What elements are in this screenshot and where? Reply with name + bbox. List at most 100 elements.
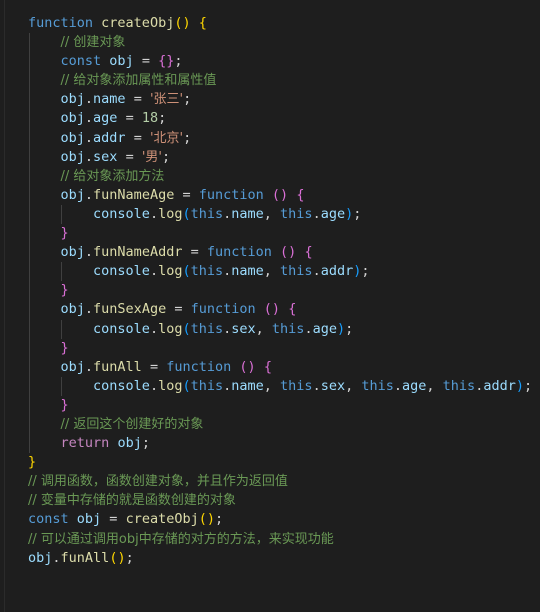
code-token: funNameAddr — [93, 244, 183, 261]
code-token: ; — [361, 263, 370, 280]
code-token: funNameAge — [93, 186, 175, 203]
code-line[interactable]: console.log(this.sex, this.age); — [28, 320, 540, 339]
code-token: { — [263, 358, 272, 375]
code-token: ; — [141, 435, 150, 452]
code-token: name — [231, 377, 264, 394]
code-line[interactable]: console.log(this.name, this.sex, this.ag… — [28, 377, 540, 396]
code-token: . — [312, 263, 321, 280]
code-token: . — [84, 129, 94, 146]
code-line[interactable]: } — [28, 281, 540, 300]
code-content[interactable]: function createObj() { // 创建对象 const obj… — [0, 0, 540, 612]
code-token: ( — [239, 358, 248, 375]
code-token: { — [296, 186, 305, 203]
code-line[interactable]: // 变量中存储的就是函数创建的对象 — [28, 491, 540, 510]
code-line[interactable]: // 创建对象 — [28, 33, 540, 52]
code-line[interactable]: } — [28, 339, 540, 358]
code-line[interactable]: // 调用函数，函数创建对象，并且作为返回值 — [28, 472, 540, 491]
code-token: } — [60, 282, 69, 299]
code-token: . — [52, 549, 61, 566]
code-token: } — [28, 454, 37, 471]
code-token: } — [60, 396, 69, 413]
code-token: . — [312, 205, 321, 222]
code-token: age — [320, 205, 346, 222]
code-token: this — [271, 320, 305, 337]
code-token: ; — [183, 129, 192, 146]
code-token: createObj — [101, 15, 175, 31]
code-line[interactable]: const obj = createObj(); — [28, 510, 540, 529]
code-token: ( — [271, 186, 281, 203]
indent-guide — [60, 376, 62, 396]
code-token: console — [93, 263, 150, 280]
code-token: ; — [353, 205, 362, 222]
code-token: name — [93, 91, 126, 108]
code-line[interactable]: } — [28, 224, 540, 243]
code-token: ( — [280, 244, 289, 261]
code-token: ) — [515, 377, 524, 394]
code-line[interactable]: } — [28, 453, 540, 472]
code-token: // 可以通过调用obj中存储的对方的方法，来实现功能 — [28, 531, 334, 547]
code-token: { — [198, 15, 207, 31]
code-token: 18 — [141, 110, 159, 127]
code-line[interactable]: } — [28, 396, 540, 415]
code-token: ) — [345, 205, 354, 222]
code-token: . — [84, 91, 94, 108]
indent-guide — [60, 205, 62, 225]
code-token: log — [158, 263, 183, 280]
code-token: this — [280, 205, 313, 222]
code-line[interactable]: function createObj() { — [28, 14, 540, 33]
code-token: , — [426, 377, 443, 394]
code-token: ) — [271, 301, 281, 318]
code-token: // 变量中存储的就是函数创建的对象 — [28, 493, 236, 509]
code-line[interactable]: const obj = {}; — [28, 52, 540, 71]
code-token: . — [84, 186, 94, 203]
code-token: age — [312, 320, 337, 337]
code-line[interactable]: // 给对象添加方法 — [28, 167, 540, 186]
code-token: '北京' — [149, 130, 184, 146]
code-token: function — [190, 301, 256, 318]
code-line[interactable]: obj.age = 18; — [28, 109, 540, 128]
code-token: . — [84, 110, 94, 127]
code-line[interactable]: // 可以通过调用obj中存储的对方的方法，来实现功能 — [28, 530, 540, 549]
code-token: . — [149, 205, 159, 222]
code-line[interactable]: obj.funNameAddr = function () { — [28, 243, 540, 262]
code-line[interactable]: console.log(this.name, this.addr); — [28, 262, 540, 281]
code-token: . — [84, 301, 94, 318]
code-token: console — [93, 377, 150, 394]
code-line[interactable]: return obj; — [28, 434, 540, 453]
code-token: age — [402, 377, 427, 394]
code-token: obj — [60, 110, 85, 127]
code-token: addr — [483, 377, 516, 394]
code-token: = — [117, 110, 142, 127]
code-line[interactable]: obj.name = '张三'; — [28, 90, 540, 109]
code-token: function — [166, 358, 232, 375]
code-line[interactable]: obj.funAll(); — [28, 549, 540, 568]
code-editor[interactable]: function createObj() { // 创建对象 const obj… — [0, 0, 540, 612]
code-token: . — [304, 320, 313, 337]
code-line[interactable]: // 给对象添加属性和属性值 — [28, 71, 540, 90]
code-token: age — [93, 110, 118, 127]
code-token: , — [263, 263, 281, 280]
code-token: , — [255, 320, 272, 337]
code-line[interactable]: obj.funSexAge = function () { — [28, 300, 540, 319]
code-line[interactable]: console.log(this.name, this.age); — [28, 205, 540, 224]
code-line[interactable]: obj.sex = '男'; — [28, 148, 540, 167]
code-token: '张三' — [149, 92, 184, 108]
code-line[interactable]: obj.funAll = function () { — [28, 358, 540, 377]
code-token: . — [84, 244, 94, 261]
code-line[interactable]: obj.addr = '北京'; — [28, 129, 540, 148]
code-token: ) — [336, 320, 346, 337]
code-line[interactable]: obj.funNameAge = function () { — [28, 186, 540, 205]
code-token: console — [93, 320, 150, 337]
code-line[interactable]: // 返回这个创建好的对象 — [28, 415, 540, 434]
code-token: = — [141, 358, 167, 375]
